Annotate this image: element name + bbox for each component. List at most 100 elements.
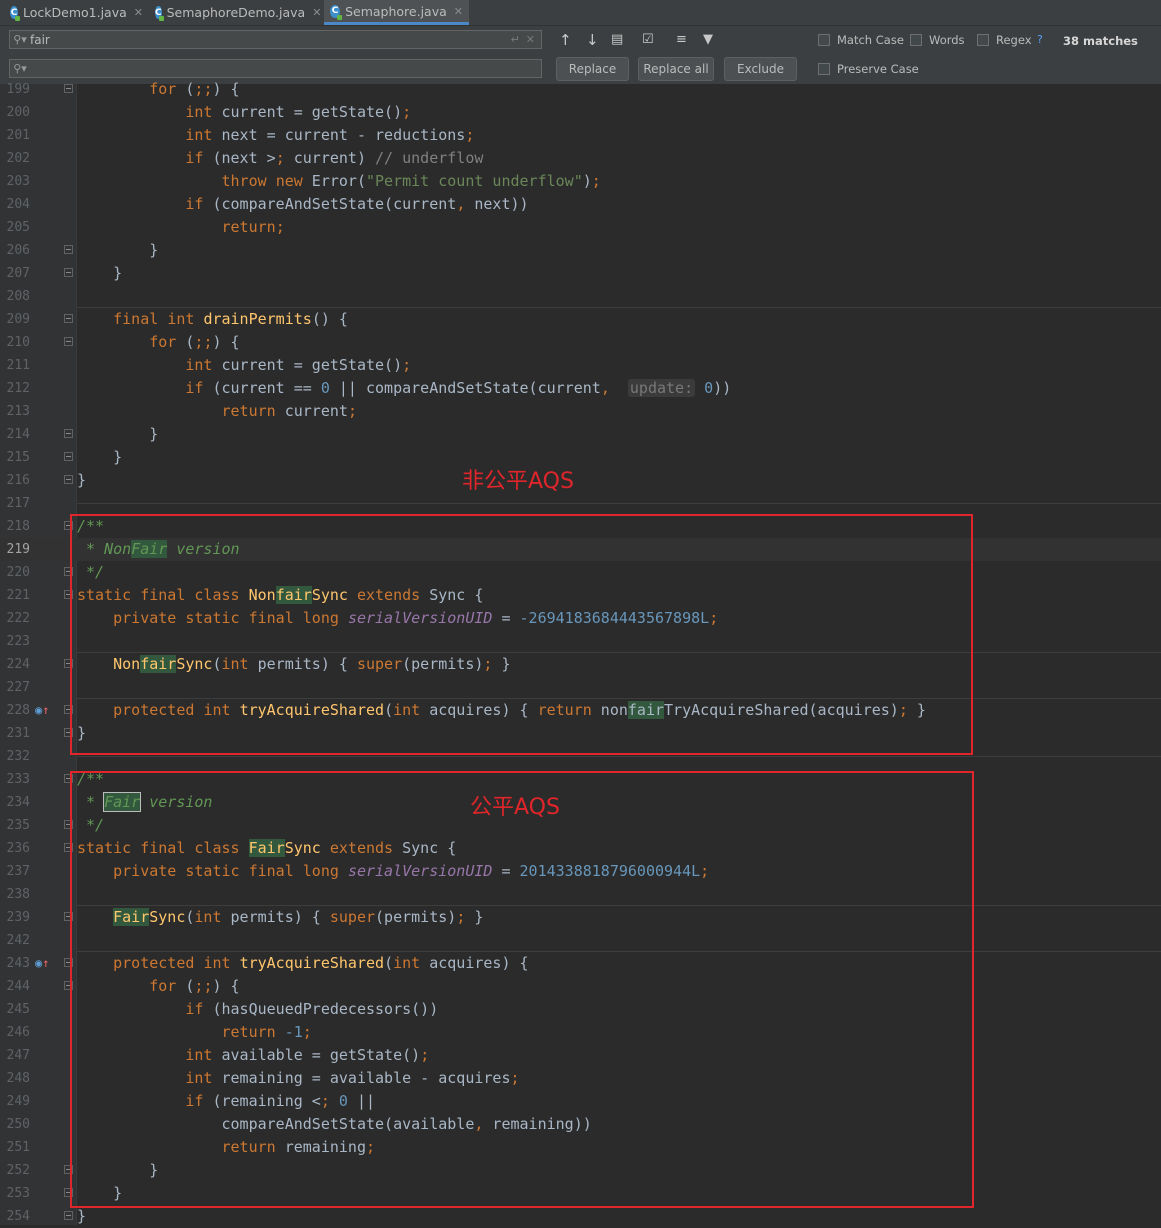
- line-number: 251: [6, 1140, 30, 1155]
- nonfair-annotation: 非公平AQS: [462, 469, 574, 494]
- code-line[interactable]: 207 }: [0, 262, 1161, 285]
- preserve-case-label: Preserve Case: [837, 62, 919, 76]
- tab-semaphore[interactable]: C Semaphore.java ✕: [324, 0, 469, 25]
- code-text: int current = getState();: [185, 356, 412, 374]
- line-number: 214: [6, 427, 30, 442]
- code-line[interactable]: 215 }: [0, 446, 1161, 469]
- code-text: return;: [221, 218, 285, 236]
- code-text: throw new Error("Permit count underflow"…: [221, 172, 601, 190]
- line-number: 228: [6, 703, 30, 718]
- words-label: Words: [929, 33, 965, 47]
- search-input[interactable]: ⚲▾ fair ↵ ✕: [9, 30, 542, 49]
- fold-icon[interactable]: [64, 1211, 73, 1220]
- code-line[interactable]: 205 return;: [0, 216, 1161, 239]
- checkbox-box[interactable]: [977, 34, 989, 46]
- line-number: 220: [6, 565, 30, 580]
- fold-icon[interactable]: [64, 268, 73, 277]
- clear-icon[interactable]: ✕: [526, 33, 535, 46]
- fold-icon[interactable]: [64, 84, 73, 93]
- code-text: for (;;) {: [149, 333, 240, 351]
- regex-help-link[interactable]: ?: [1037, 33, 1043, 46]
- close-icon[interactable]: ✕: [454, 5, 463, 18]
- line-number: 227: [6, 680, 30, 695]
- code-text: if (current == 0 || compareAndSetState(c…: [185, 379, 732, 397]
- filter-search-results-icon[interactable]: ≡: [676, 31, 687, 49]
- fold-icon[interactable]: [64, 314, 73, 323]
- regex-label: Regex: [996, 33, 1032, 47]
- new-line-icon[interactable]: ↵: [511, 33, 520, 46]
- tab-lockdemo1[interactable]: C LockDemo1.java ✕: [4, 0, 149, 25]
- code-text: if (compareAndSetState(current, next)): [185, 195, 529, 213]
- tab-label: Semaphore.java: [345, 3, 447, 19]
- line-number: 205: [6, 220, 30, 235]
- line-number: 204: [6, 197, 30, 212]
- line-number: 236: [6, 841, 30, 856]
- preserve-case-checkbox[interactable]: Preserve Case: [818, 62, 919, 76]
- code-line[interactable]: 209 final int drainPermits() {: [0, 308, 1161, 331]
- line-number: 215: [6, 450, 30, 465]
- code-line[interactable]: 213 return current;: [0, 400, 1161, 423]
- code-text: int current = getState();: [185, 103, 412, 121]
- tab-semaphoredemo[interactable]: C SemaphoreDemo.java ✕: [149, 0, 321, 25]
- line-number: 237: [6, 864, 30, 879]
- next-occurrence-icon[interactable]: ↓: [586, 31, 599, 49]
- code-line[interactable]: 216}: [0, 469, 1161, 492]
- line-number: 244: [6, 979, 30, 994]
- fold-icon[interactable]: [64, 337, 73, 346]
- line-number: 212: [6, 381, 30, 396]
- line-number: 248: [6, 1071, 30, 1086]
- code-line[interactable]: 208: [0, 285, 1161, 308]
- filter-icon[interactable]: ▼: [703, 31, 713, 49]
- code-line[interactable]: 202 if (next >; current) // underflow: [0, 147, 1161, 170]
- checkbox-box[interactable]: [818, 34, 830, 46]
- line-number: 250: [6, 1117, 30, 1132]
- close-icon[interactable]: ✕: [312, 6, 321, 19]
- code-line[interactable]: 212 if (current == 0 || compareAndSetSta…: [0, 377, 1161, 400]
- fold-icon[interactable]: [64, 452, 73, 461]
- line-number: 233: [6, 772, 30, 787]
- line-number: 199: [6, 82, 30, 97]
- checkbox-box[interactable]: [818, 63, 830, 75]
- line-number: 238: [6, 887, 30, 902]
- override-method-icon[interactable]: ◉↑: [35, 952, 49, 975]
- code-line[interactable]: 206 }: [0, 239, 1161, 262]
- code-line[interactable]: 211 int current = getState();: [0, 354, 1161, 377]
- replace-input[interactable]: ⚲▾: [9, 59, 542, 78]
- find-in-window-icon[interactable]: ▤: [611, 31, 623, 49]
- code-line[interactable]: 217: [0, 492, 1161, 515]
- fold-icon[interactable]: [64, 245, 73, 254]
- regex-checkbox[interactable]: Regex: [977, 33, 1032, 47]
- line-number: 213: [6, 404, 30, 419]
- code-line[interactable]: 203 throw new Error("Permit count underf…: [0, 170, 1161, 193]
- line-number: 247: [6, 1048, 30, 1063]
- code-line[interactable]: 200 int current = getState();: [0, 101, 1161, 124]
- fold-icon[interactable]: [64, 475, 73, 484]
- search-icon: ⚲▾: [13, 33, 27, 46]
- line-number: 219: [6, 542, 30, 557]
- code-line[interactable]: 204 if (compareAndSetState(current, next…: [0, 193, 1161, 216]
- java-class-icon: C: [155, 6, 164, 21]
- fold-icon[interactable]: [64, 429, 73, 438]
- line-number: 209: [6, 312, 30, 327]
- match-case-checkbox[interactable]: Match Case: [818, 33, 904, 47]
- code-line[interactable]: 210 for (;;) {: [0, 331, 1161, 354]
- words-checkbox[interactable]: Words: [910, 33, 965, 47]
- previous-occurrence-icon[interactable]: ↑: [559, 31, 572, 49]
- code-line[interactable]: 201 int next = current - reductions;: [0, 124, 1161, 147]
- select-all-occurrences-icon[interactable]: ☑: [642, 31, 654, 49]
- line-number: 231: [6, 726, 30, 741]
- code-text: if (next >; current) // underflow: [185, 149, 484, 167]
- override-method-icon[interactable]: ◉↑: [35, 699, 49, 722]
- code-line[interactable]: 214 }: [0, 423, 1161, 446]
- search-value: fair: [30, 32, 50, 47]
- line-number: 222: [6, 611, 30, 626]
- java-class-icon: C: [330, 4, 343, 20]
- close-icon[interactable]: ✕: [134, 6, 143, 19]
- code-line[interactable]: 199 for (;;) {: [0, 78, 1161, 101]
- code-text: for (;;) {: [149, 80, 240, 98]
- tab-label: SemaphoreDemo.java: [166, 5, 306, 20]
- line-number: 243: [6, 956, 30, 971]
- checkbox-box[interactable]: [910, 34, 922, 46]
- line-number: 232: [6, 749, 30, 764]
- line-number: 234: [6, 795, 30, 810]
